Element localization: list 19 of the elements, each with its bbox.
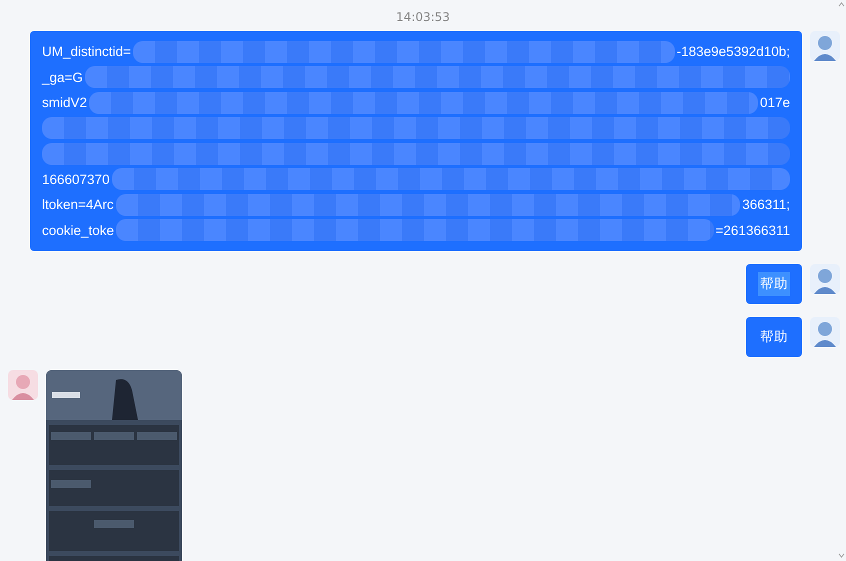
message-text: ltoken=4Arc [42,197,114,212]
avatar-icon[interactable] [810,317,840,347]
message-text: 017e [760,95,790,110]
message-text: 366311; [742,197,790,212]
avatar-icon[interactable] [810,31,840,61]
message-text: UM_distinctid= [42,44,131,60]
timestamp: 14:03:53 [395,10,451,26]
message-text: _ga=G [42,70,83,85]
message-text: -183e9e5392d10b; [676,44,790,60]
avatar-icon[interactable] [810,264,840,294]
message-text: 帮助 [758,272,790,296]
message-text: 帮助 [759,328,789,347]
scroll-up-icon[interactable] [838,2,845,7]
message-text: cookie_toke [42,222,114,238]
scroll-down-icon[interactable] [838,553,845,558]
message-text: smidV2 [42,95,88,110]
message-text: =261366311 [716,222,790,238]
avatar-icon[interactable] [8,370,38,400]
message-text: 166607370 [42,172,110,187]
